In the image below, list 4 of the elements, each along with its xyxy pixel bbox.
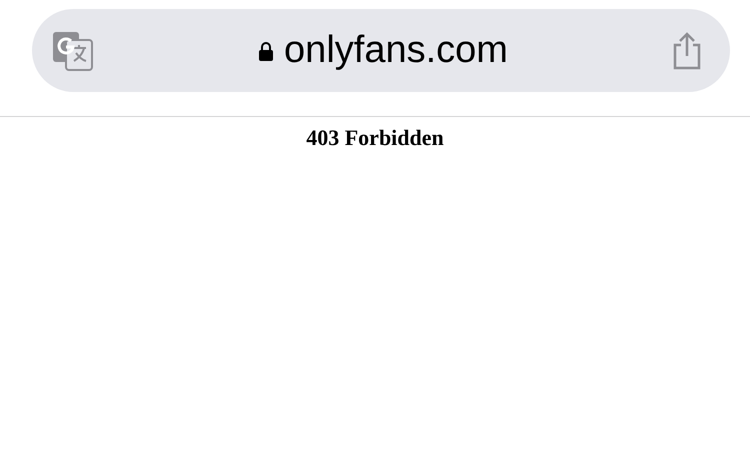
url-text[interactable]: onlyfans.com	[284, 29, 508, 72]
share-icon[interactable]	[672, 32, 702, 70]
error-heading: 403 Forbidden	[306, 125, 444, 151]
translate-icon[interactable]	[52, 30, 94, 70]
